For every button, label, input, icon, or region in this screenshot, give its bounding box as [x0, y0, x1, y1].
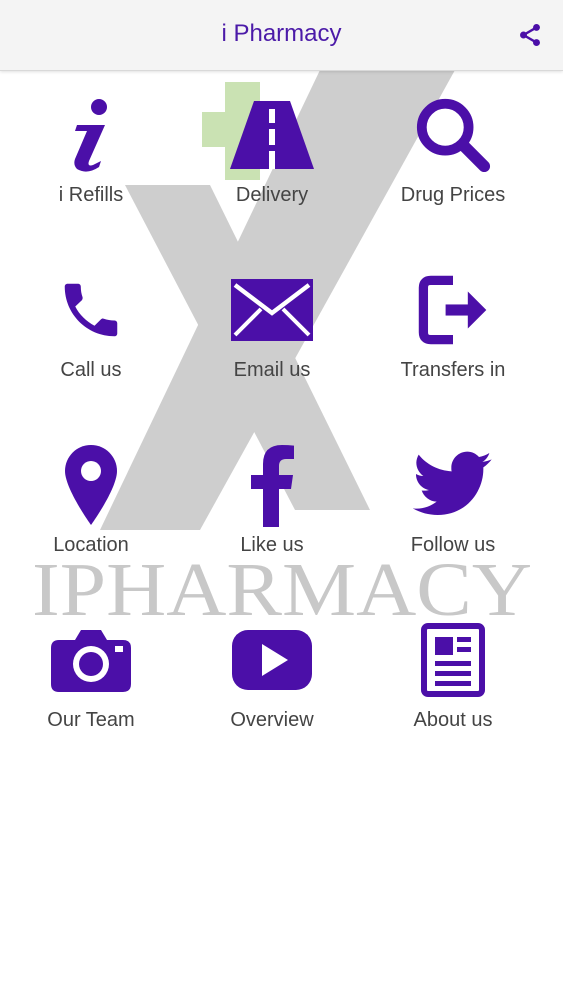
- tile-location[interactable]: Location: [1, 440, 181, 590]
- newspaper-icon: [408, 615, 498, 705]
- tile-label: Drug Prices: [400, 184, 506, 206]
- tile-about-us[interactable]: About us: [363, 615, 543, 765]
- phone-icon: [46, 265, 136, 355]
- tile-label: i Refills: [58, 184, 124, 206]
- play-icon: [227, 615, 317, 705]
- tile-label: Overview: [230, 709, 314, 731]
- tile-drug-prices[interactable]: Drug Prices: [363, 90, 543, 240]
- tile-label: Like us: [240, 534, 304, 556]
- facebook-icon: [227, 440, 317, 530]
- tile-label: About us: [413, 709, 493, 731]
- search-icon: [408, 90, 498, 180]
- info-icon: [46, 90, 136, 180]
- road-icon: [227, 90, 317, 180]
- tile-transfers-in[interactable]: Transfers in: [363, 265, 543, 415]
- tile-label: Delivery: [235, 184, 309, 206]
- share-icon: [520, 23, 540, 47]
- tile-label: Follow us: [410, 534, 496, 556]
- share-button[interactable]: [515, 20, 545, 50]
- map-pin-icon: [46, 440, 136, 530]
- tile-label: Email us: [233, 359, 311, 381]
- app-header: i Pharmacy: [0, 0, 563, 71]
- tile-overview[interactable]: Overview: [182, 615, 362, 765]
- tile-follow-us[interactable]: Follow us: [363, 440, 543, 590]
- camera-icon: [46, 615, 136, 705]
- sign-out-icon: [408, 265, 498, 355]
- tile-label: Transfers in: [400, 359, 506, 381]
- tile-label: Call us: [60, 359, 122, 381]
- tile-label: Location: [53, 534, 129, 556]
- envelope-icon: [227, 265, 317, 355]
- tile-like-us[interactable]: Like us: [182, 440, 362, 590]
- tile-email-us[interactable]: Email us: [182, 265, 362, 415]
- tile-our-team[interactable]: Our Team: [1, 615, 181, 765]
- tile-label: Our Team: [47, 709, 135, 731]
- app-title: i Pharmacy: [221, 20, 342, 47]
- tile-i-refills[interactable]: i Refills: [1, 90, 181, 240]
- tile-delivery[interactable]: Delivery: [182, 90, 362, 240]
- twitter-icon: [408, 440, 498, 530]
- tile-call-us[interactable]: Call us: [1, 265, 181, 415]
